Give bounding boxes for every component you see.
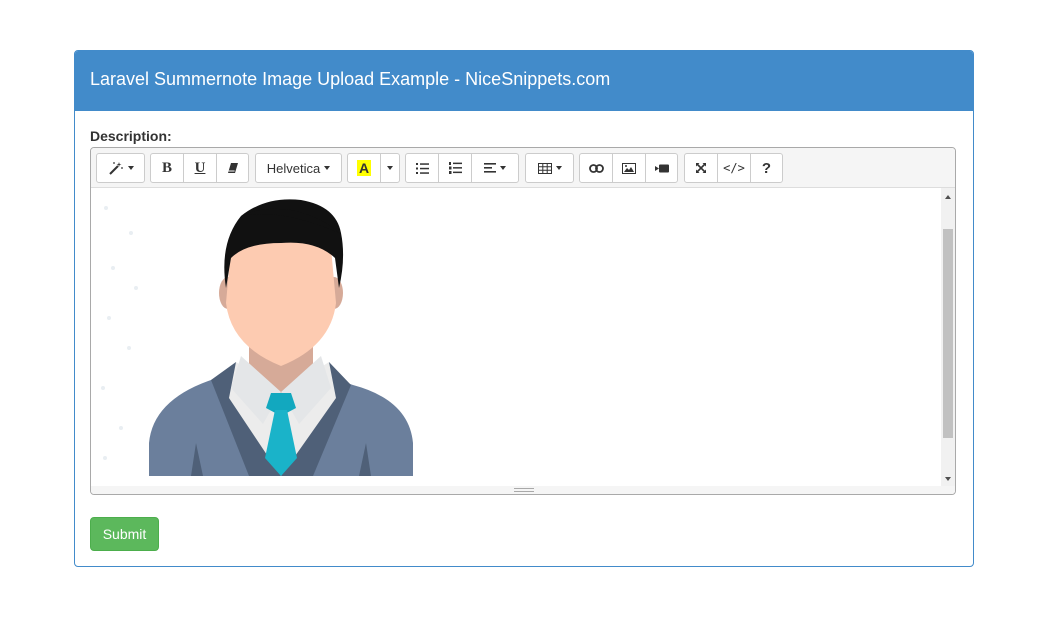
- style-group: [96, 153, 145, 183]
- table-icon: [537, 162, 552, 174]
- clear-format-button[interactable]: [216, 153, 249, 183]
- page-title: Laravel Summernote Image Upload Example …: [90, 69, 611, 89]
- unordered-list-icon: [415, 162, 429, 174]
- link-icon: [588, 163, 604, 173]
- summernote-editor: B U Helvetica A </> ?: [90, 147, 956, 495]
- align-icon: [484, 163, 496, 173]
- fullscreen-button[interactable]: [684, 153, 718, 183]
- ordered-list-icon: [448, 162, 462, 174]
- code-view-button[interactable]: </>: [717, 153, 751, 183]
- unordered-list-button[interactable]: [405, 153, 439, 183]
- video-icon: [654, 164, 669, 172]
- insert-video-button[interactable]: [645, 153, 678, 183]
- caret-down-icon: [324, 166, 331, 170]
- scroll-down-arrow-icon[interactable]: [941, 472, 955, 486]
- insert-link-button[interactable]: [579, 153, 613, 183]
- insert-group: [579, 153, 678, 183]
- upload-panel: Laravel Summernote Image Upload Example …: [74, 50, 974, 567]
- view-group: </> ?: [684, 153, 783, 183]
- editor-resize-bar[interactable]: [91, 486, 955, 494]
- caret-down-icon: [387, 166, 393, 170]
- recent-color-button[interactable]: A: [347, 153, 381, 183]
- insert-picture-button[interactable]: [612, 153, 646, 183]
- table-button[interactable]: [525, 153, 574, 183]
- font-style-group: B U: [150, 153, 249, 183]
- description-label: Description:: [90, 128, 172, 144]
- submit-button[interactable]: Submit: [90, 517, 159, 551]
- color-dropdown-button[interactable]: [380, 153, 400, 183]
- paragraph-group: [405, 153, 519, 183]
- bold-button[interactable]: B: [150, 153, 184, 183]
- editor-scrollbar[interactable]: [941, 188, 955, 488]
- font-name-dropdown[interactable]: Helvetica: [255, 153, 342, 183]
- color-a-icon: A: [356, 160, 372, 176]
- table-group: [525, 153, 574, 183]
- color-group: A: [347, 153, 400, 183]
- fullscreen-icon: [696, 163, 706, 173]
- font-name-label: Helvetica: [266, 160, 321, 176]
- underline-button[interactable]: U: [183, 153, 217, 183]
- editor-content[interactable]: [91, 188, 942, 488]
- caret-down-icon: [500, 166, 506, 170]
- font-name-group: Helvetica: [255, 153, 342, 183]
- editor-toolbar: B U Helvetica A </> ?: [91, 148, 955, 188]
- resize-grip-icon[interactable]: [514, 488, 534, 492]
- picture-icon: [622, 162, 636, 174]
- scroll-up-arrow-icon[interactable]: [941, 190, 955, 204]
- paragraph-align-button[interactable]: [471, 153, 519, 183]
- help-button[interactable]: ?: [750, 153, 783, 183]
- caret-down-icon: [127, 166, 134, 170]
- panel-heading: Laravel Summernote Image Upload Example …: [75, 51, 973, 111]
- eraser-icon: [227, 163, 238, 173]
- businessman-image[interactable]: [91, 188, 421, 488]
- ordered-list-button[interactable]: [438, 153, 472, 183]
- style-button[interactable]: [96, 153, 145, 183]
- caret-down-icon: [555, 166, 562, 170]
- scroll-thumb[interactable]: [943, 229, 953, 438]
- magic-icon: [108, 162, 123, 175]
